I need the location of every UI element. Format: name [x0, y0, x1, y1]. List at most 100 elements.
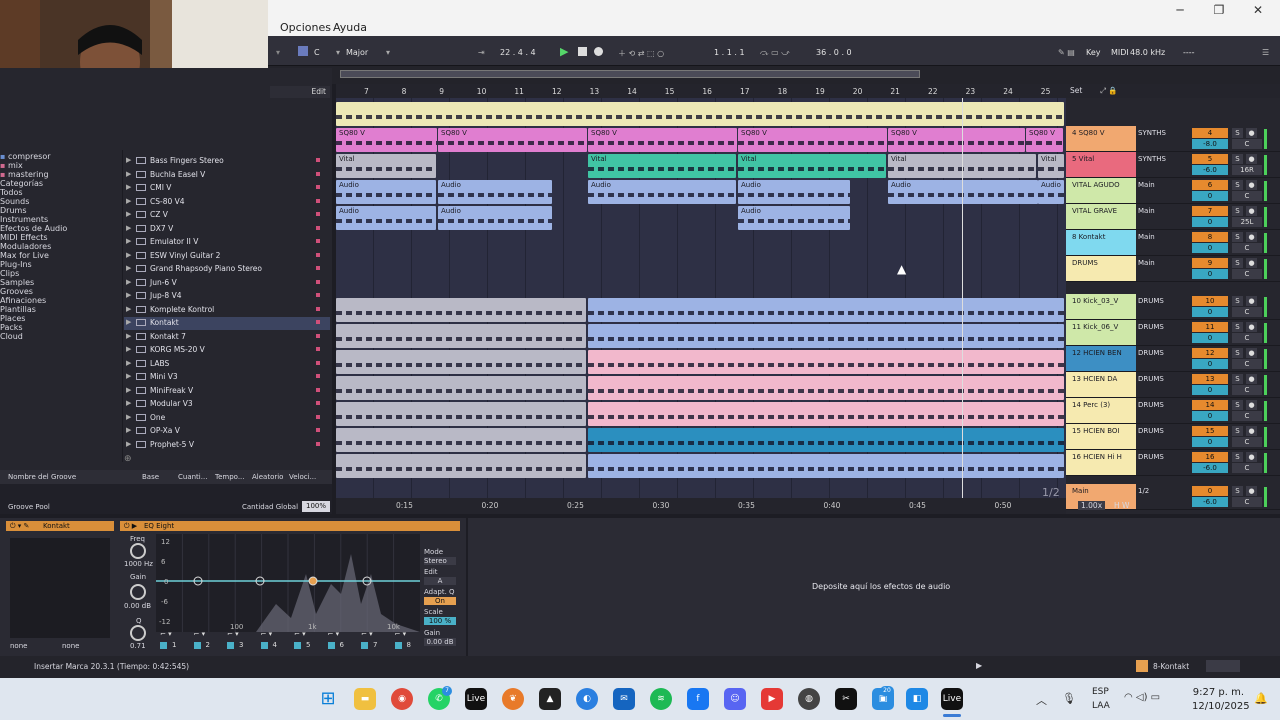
- expand-arrow-icon[interactable]: ▶: [126, 237, 131, 245]
- notification-bell-icon[interactable]: 🔔: [1254, 692, 1268, 705]
- arm-button[interactable]: ●: [1246, 322, 1257, 332]
- track-output-select[interactable]: DRUMS: [1138, 375, 1164, 383]
- language-2[interactable]: LAA: [1092, 701, 1110, 711]
- track-row[interactable]: 12 HCIEN BEN DRUMS 12 0 S ● C: [1066, 346, 1280, 372]
- eq-band-button[interactable]: ⌐ ▾ 5: [294, 630, 320, 652]
- track-output-select[interactable]: 1/2: [1138, 487, 1149, 495]
- midi-clip-sq80[interactable]: SQ80 V: [336, 128, 437, 152]
- track-volume[interactable]: -6.0: [1192, 165, 1228, 175]
- solo-button[interactable]: S: [1232, 348, 1243, 358]
- plugin-item[interactable]: ▶ Kontakt 7: [124, 331, 330, 344]
- capcut-icon[interactable]: ✂: [835, 688, 857, 710]
- band-on-toggle[interactable]: [327, 642, 335, 649]
- plugin-item[interactable]: ▶ One: [124, 412, 330, 425]
- eq-device-header[interactable]: ⏻ ▶ EQ Eight: [120, 521, 460, 531]
- youtube-icon[interactable]: ▶: [761, 688, 783, 710]
- plugin-item[interactable]: ▶ ESW Vinyl Guitar 2: [124, 250, 330, 263]
- track-pan[interactable]: C: [1232, 333, 1262, 343]
- expand-arrow-icon[interactable]: ▶: [126, 318, 131, 326]
- track-output-select[interactable]: SYNTHS: [1138, 129, 1166, 137]
- filter-shape-icon[interactable]: ⌐ ▾: [261, 630, 273, 638]
- track-name[interactable]: 14 Perc (3): [1066, 398, 1136, 423]
- track-volume[interactable]: -6.0: [1192, 463, 1228, 473]
- expand-arrow-icon[interactable]: ▶: [126, 386, 131, 394]
- scale-select[interactable]: Major: [346, 48, 368, 57]
- key-select[interactable]: C: [314, 48, 320, 57]
- expand-arrow-icon[interactable]: ▶: [126, 372, 131, 380]
- obs-icon[interactable]: ◍: [798, 688, 820, 710]
- eq-band-button[interactable]: ⌐ ▾ 1: [160, 630, 186, 652]
- clock-date[interactable]: 12/10/2025: [1192, 701, 1250, 712]
- track-name[interactable]: 16 HCIEN Hi H: [1066, 450, 1136, 475]
- set-button[interactable]: Set: [1070, 86, 1082, 95]
- draw-mode-icon[interactable]: ✎ ▤: [1058, 48, 1075, 57]
- solo-button[interactable]: S: [1232, 180, 1243, 190]
- zoom-value[interactable]: 1.00x: [1078, 501, 1106, 510]
- track-pan[interactable]: C: [1232, 411, 1262, 421]
- track-activator[interactable]: 15: [1192, 426, 1228, 436]
- audio-effects-dropzone[interactable]: Deposite aquí los efectos de audio: [468, 518, 1280, 656]
- track-activator[interactable]: 7: [1192, 206, 1228, 216]
- plugin-item[interactable]: ▶ Modular V3: [124, 398, 330, 411]
- ableton-live-icon[interactable]: Live: [465, 688, 487, 710]
- track-output-select[interactable]: Main: [1138, 207, 1155, 215]
- expand-icon[interactable]: ⤢ 🔒: [1100, 86, 1118, 96]
- track-pan[interactable]: C: [1232, 139, 1262, 149]
- expand-arrow-icon[interactable]: ▶: [126, 156, 131, 164]
- plugin-item[interactable]: ▶ OP-Xa V: [124, 425, 330, 438]
- song-position[interactable]: 22 . 4 . 4: [500, 48, 536, 57]
- track-row[interactable]: VITAL GRAVE Main 7 0 S ● 25L: [1066, 204, 1280, 230]
- chrome-icon[interactable]: ◉: [391, 688, 413, 710]
- bar-ruler[interactable]: 7 8 9 10 11 12 13 14 15 16 17 18 19 20 21 22 23 24 25: [336, 84, 1066, 98]
- eq-band-handle[interactable]: [308, 576, 318, 586]
- audio-clip[interactable]: Audio: [336, 206, 436, 230]
- plugin-item[interactable]: ▶ Jup-8 V4: [124, 290, 330, 303]
- track-name[interactable]: 8 Kontakt: [1066, 230, 1136, 255]
- play-button[interactable]: ▶: [560, 45, 568, 58]
- track-name[interactable]: VITAL GRAVE: [1066, 204, 1136, 229]
- plugin-item[interactable]: ▶ CS-80 V4: [124, 196, 330, 209]
- groove-col-velocity[interactable]: Veloci...: [289, 473, 316, 481]
- expand-arrow-icon[interactable]: ▶: [126, 278, 131, 286]
- audio-clip[interactable]: Audio: [888, 180, 1038, 204]
- track-activator[interactable]: 14: [1192, 400, 1228, 410]
- track-row[interactable]: VITAL AGUDO Main 6 0 S ● C: [1066, 178, 1280, 204]
- track-pan[interactable]: C: [1232, 437, 1262, 447]
- macro-none-2[interactable]: none: [62, 642, 79, 650]
- track-name[interactable]: 10 Kick_03_V: [1066, 294, 1136, 319]
- audio-clip[interactable]: Audio: [336, 180, 436, 204]
- track-activator[interactable]: 10: [1192, 296, 1228, 306]
- edit-button[interactable]: Edit: [311, 87, 326, 96]
- drum-clip[interactable]: [336, 350, 586, 374]
- q-value[interactable]: 0.71: [130, 642, 146, 650]
- band-on-toggle[interactable]: [260, 642, 268, 649]
- loop-length[interactable]: 36 . 0 . 0: [816, 48, 852, 57]
- solo-button[interactable]: S: [1232, 426, 1243, 436]
- track-volume[interactable]: 0: [1192, 411, 1228, 421]
- menu-ayuda[interactable]: Ayuda: [333, 21, 367, 34]
- power-icon[interactable]: ⏻ ▾ ✎: [10, 522, 29, 531]
- audio-clip[interactable]: Audio: [738, 180, 850, 204]
- plugin-item[interactable]: ▶ Mini V3: [124, 371, 330, 384]
- expand-arrow-icon[interactable]: ▶: [126, 440, 131, 448]
- drum-clip[interactable]: [588, 402, 1064, 426]
- plugin-item[interactable]: ▶ LABS: [124, 358, 330, 371]
- plugin-item[interactable]: ▶ DX7 V: [124, 223, 330, 236]
- clock-time[interactable]: 9:27 p. m.: [1192, 687, 1244, 698]
- arm-button[interactable]: ●: [1246, 486, 1257, 496]
- follow-icon[interactable]: ⇥: [478, 48, 485, 57]
- track-pan[interactable]: C: [1232, 463, 1262, 473]
- track-volume[interactable]: -8.0: [1192, 139, 1228, 149]
- eq-band-button[interactable]: ⌐ ▾ 3: [227, 630, 253, 652]
- track-output-select[interactable]: DRUMS: [1138, 323, 1164, 331]
- playhead[interactable]: [962, 98, 963, 500]
- track-pan[interactable]: 16R: [1232, 165, 1262, 175]
- band-on-toggle[interactable]: [361, 642, 368, 649]
- band-on-toggle[interactable]: [394, 642, 402, 649]
- kontakt-device-header[interactable]: ⏻ ▾ ✎ Kontakt: [6, 521, 114, 531]
- filter-shape-icon[interactable]: ⌐ ▾: [294, 630, 306, 638]
- track-pan[interactable]: C: [1232, 269, 1262, 279]
- groove-col-random[interactable]: Aleatorio: [252, 473, 283, 481]
- maximize-button[interactable]: ❐: [1204, 3, 1234, 17]
- play-clip-icon[interactable]: ▶: [976, 661, 982, 670]
